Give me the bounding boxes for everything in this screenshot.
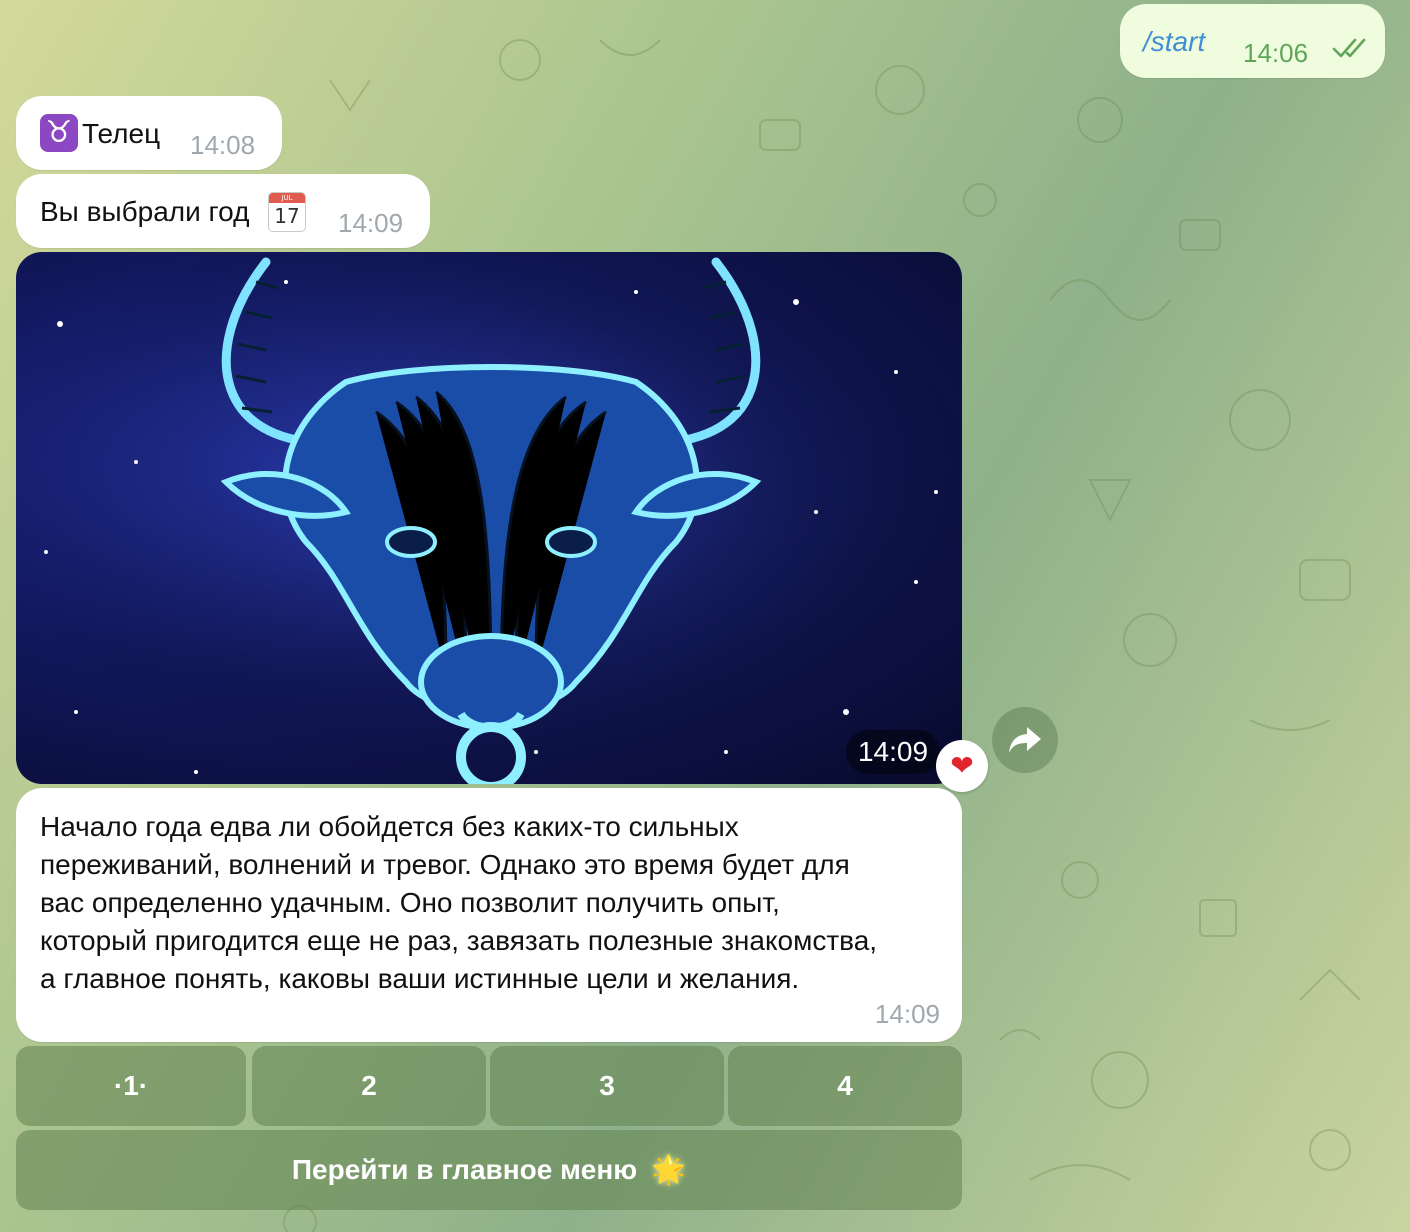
incoming-message-forecast[interactable]: Начало года едва ли обойдется без каких-…	[16, 788, 962, 1042]
heart-reaction[interactable]: ❤	[936, 740, 988, 792]
bull-illustration	[16, 252, 962, 784]
photo-time: 14:09	[846, 730, 940, 774]
glowing-star-icon: 🌟	[651, 1153, 687, 1186]
message-time: 14:09	[874, 999, 940, 1029]
incoming-message-sign[interactable]: ♉ Телец 14:08	[16, 96, 282, 170]
page-button-1[interactable]: ·1·	[16, 1046, 246, 1126]
taurus-photo[interactable]	[16, 252, 962, 784]
share-button[interactable]	[992, 707, 1058, 773]
double-check-icon	[1332, 38, 1366, 58]
page-button-3[interactable]: 3	[490, 1046, 724, 1126]
start-command-link[interactable]: /start	[1143, 26, 1205, 58]
forecast-text: Начало года едва ли обойдется без каких-…	[40, 811, 878, 994]
message-time: 14:08	[190, 130, 256, 160]
main-menu-button[interactable]: Перейти в главное меню 🌟	[16, 1130, 962, 1210]
year-text: Вы выбрали год	[40, 196, 250, 227]
message-time: 14:09	[338, 208, 404, 238]
main-menu-label: Перейти в главное меню	[291, 1154, 638, 1185]
sign-name: Телец	[82, 118, 161, 149]
calendar-icon: JUL 17	[268, 192, 306, 232]
taurus-icon: ♉	[40, 114, 78, 152]
message-time: 14:06	[1243, 38, 1309, 68]
incoming-message-year[interactable]: Вы выбрали год JUL 17 14:09	[16, 174, 430, 248]
outgoing-message-start[interactable]: /start 14:06	[1120, 4, 1385, 78]
page-button-4[interactable]: 4	[728, 1046, 962, 1126]
share-arrow-icon	[1009, 727, 1041, 753]
page-button-2[interactable]: 2	[252, 1046, 486, 1126]
